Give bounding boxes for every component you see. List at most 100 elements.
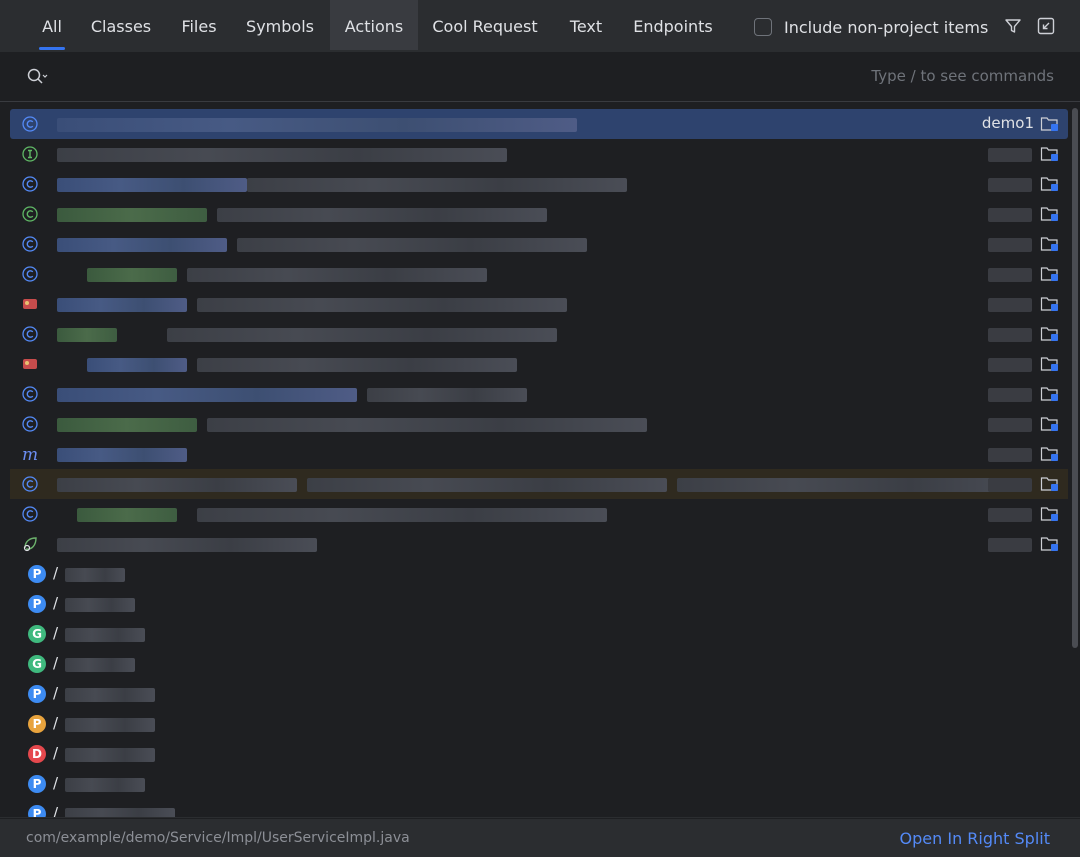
result-row[interactable] [10,409,1068,439]
redacted-text [57,118,577,132]
tab-classes[interactable]: Classes [81,0,161,50]
redacted-text [87,358,187,372]
redacted-module [988,298,1032,312]
tab-endpoints[interactable]: Endpoints [624,0,722,50]
redacted-text [57,418,197,432]
module-folder-icon [1040,447,1058,461]
endpoint-row[interactable]: P / [10,559,410,589]
result-row[interactable]: m [10,439,1068,469]
module-folder-icon [1040,507,1058,521]
redacted-text [57,238,227,252]
redacted-text [237,238,587,252]
redacted-module [988,448,1032,462]
endpoint-row[interactable]: D / [10,739,410,769]
module-folder-icon [1040,237,1058,251]
redacted-text [65,658,135,672]
redacted-module [988,178,1032,192]
redacted-text [167,328,557,342]
tab-symbols[interactable]: Symbols [236,0,324,50]
endpoint-row[interactable]: P / [10,799,410,817]
redacted-text [77,508,177,522]
module-folder-icon [1040,117,1058,131]
result-row[interactable] [10,499,1068,529]
tab-cool-request[interactable]: Cool Request [424,0,546,50]
redacted-module [988,268,1032,282]
result-row[interactable] [10,229,1068,259]
result-row[interactable] [10,289,1068,319]
result-row[interactable] [10,259,1068,289]
method-icon: m [22,446,38,462]
redacted-text [57,148,507,162]
http-method-badge: G [28,655,46,673]
redacted-module [988,328,1032,342]
http-method-badge: P [28,595,46,613]
endpoint-row[interactable]: G / [10,619,410,649]
tab-all[interactable]: All [27,0,77,50]
module-folder-icon [1040,387,1058,401]
include-non-project-toggle[interactable]: Include non-project items [754,16,988,38]
endpoint-row[interactable]: P / [10,589,410,619]
http-method-badge: P [28,685,46,703]
include-non-project-label: Include non-project items [784,17,989,37]
result-row[interactable] [10,319,1068,349]
result-row[interactable] [10,139,1068,169]
module-folder-icon [1040,267,1058,281]
redacted-text [217,208,547,222]
result-module: demo1 [981,114,1034,132]
filter-icon[interactable] [1003,16,1023,36]
result-row[interactable] [10,529,1068,559]
endpoint-row[interactable]: P / [10,679,410,709]
redacted-text [65,568,125,582]
class-icon [22,506,38,522]
result-row[interactable] [10,469,1068,499]
class-icon [22,206,38,222]
redacted-text [57,328,117,342]
redacted-text [65,718,155,732]
open-in-right-split-link[interactable]: Open In Right Split [900,829,1050,848]
redacted-text [307,478,667,492]
redacted-text [367,388,527,402]
result-row[interactable]: demo1 [10,109,1068,139]
include-non-project-checkbox[interactable] [754,18,772,36]
status-footer: com/example/demo/Service/Impl/UserServic… [0,818,1080,857]
redacted-text [65,778,145,792]
http-method-badge: G [28,625,46,643]
search-icon[interactable] [26,67,48,87]
class-icon [22,416,38,432]
search-input[interactable] [60,63,864,93]
selected-file-path: com/example/demo/Service/Impl/UserServic… [26,830,410,846]
tab-text[interactable]: Text [556,0,616,50]
results-scrollbar[interactable] [1072,108,1078,648]
module-folder-icon [1040,417,1058,431]
redacted-text [187,268,487,282]
redacted-text [65,748,155,762]
redacted-module [988,478,1032,492]
module-folder-icon [1040,207,1058,221]
result-row[interactable] [10,349,1068,379]
module-folder-icon [1040,477,1058,491]
result-row[interactable] [10,379,1068,409]
redacted-text [57,298,187,312]
endpoint-row[interactable]: P / [10,769,410,799]
http-method-badge: P [28,565,46,583]
result-row[interactable] [10,169,1068,199]
result-row[interactable] [10,199,1068,229]
redacted-text [57,178,247,192]
collapse-window-icon[interactable] [1036,16,1056,36]
image-icon [23,299,37,309]
redacted-text [57,478,297,492]
redacted-text [65,628,145,642]
module-folder-icon [1040,327,1058,341]
endpoint-path: / [53,714,59,732]
redacted-text [65,598,135,612]
endpoint-row[interactable]: G / [10,649,410,679]
endpoint-path: / [53,654,59,672]
redacted-text [197,508,607,522]
endpoint-row[interactable]: P / [10,709,410,739]
module-folder-icon [1040,357,1058,371]
http-method-badge: D [28,745,46,763]
tab-actions[interactable]: Actions [330,0,418,50]
tab-files[interactable]: Files [170,0,228,50]
redacted-text [57,388,357,402]
endpoint-path: / [53,804,59,817]
